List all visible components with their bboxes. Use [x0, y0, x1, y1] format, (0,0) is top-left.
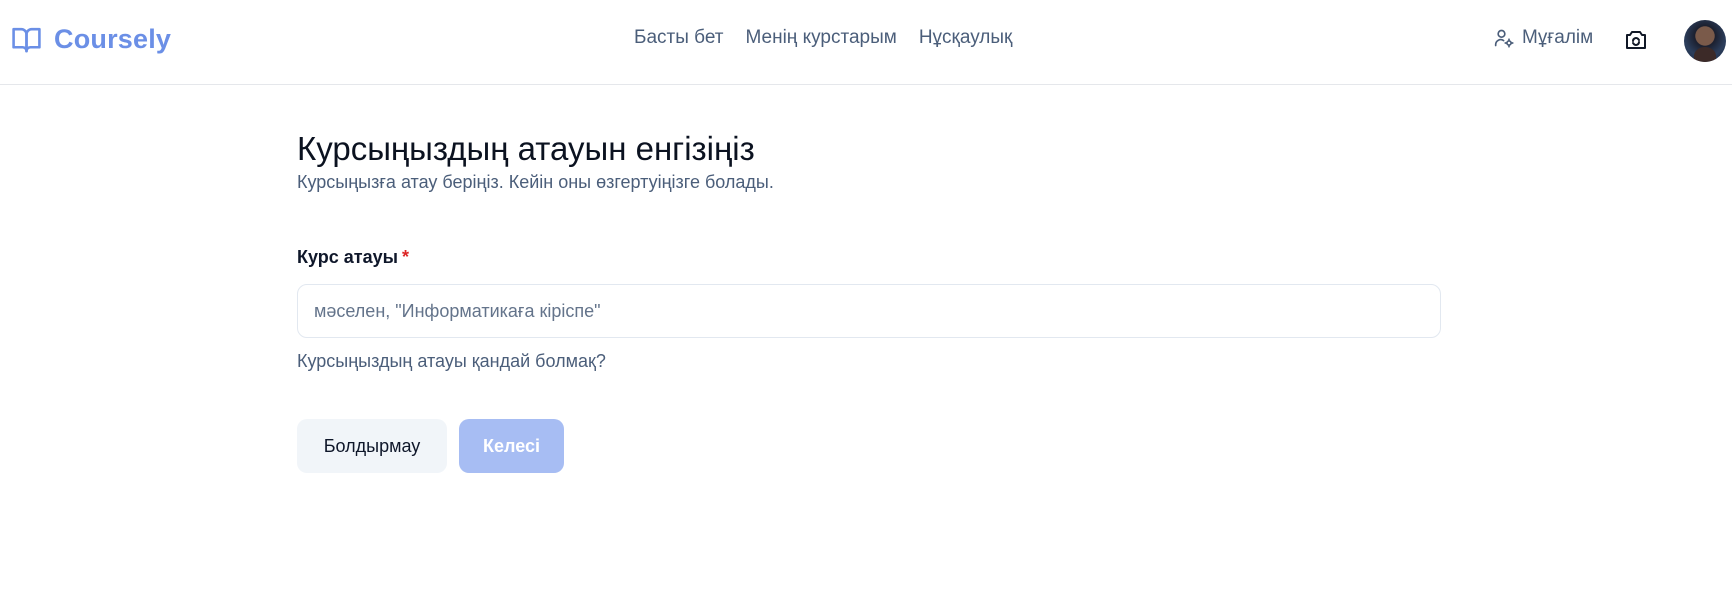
nav-guide[interactable]: Нұсқаулық — [919, 27, 1013, 49]
course-name-hint: Курсыңыздың атауы қандай болмақ? — [297, 351, 606, 371]
page-subtitle: Курсыңызға атау беріңіз. Кейін оны өзгер… — [297, 172, 774, 192]
create-course-form: Курсыңыздың атауын енгізіңіз Курсыңызға … — [297, 128, 1441, 473]
nav-home[interactable]: Басты бет — [634, 27, 723, 49]
required-mark: * — [402, 247, 410, 267]
main-nav: Басты бет Менің курстарым Нұсқаулық — [634, 27, 1012, 49]
teacher-role-label: Мұғалім — [1522, 27, 1594, 48]
page-title: Курсыңыздың атауын енгізіңіз — [297, 130, 755, 167]
brand-name: Coursely — [54, 24, 172, 54]
camera-switch-icon[interactable] — [1624, 28, 1648, 52]
cancel-button[interactable]: Болдырмау — [297, 419, 447, 473]
user-avatar[interactable] — [1684, 20, 1726, 62]
book-open-icon — [12, 27, 41, 53]
top-navbar: Coursely Басты бет Менің курстарым Нұсқа… — [0, 0, 1732, 85]
teacher-role-button[interactable]: Мұғалім — [1494, 27, 1593, 49]
user-cog-icon — [1494, 29, 1514, 48]
course-name-label-text: Курс атауы — [297, 247, 398, 267]
brand-link[interactable]: Coursely — [11, 24, 171, 55]
nav-my-courses[interactable]: Менің курстарым — [745, 27, 896, 49]
next-button[interactable]: Келесі — [459, 419, 564, 473]
course-name-input[interactable] — [297, 284, 1441, 338]
course-name-label: Курс атауы * — [297, 247, 409, 268]
